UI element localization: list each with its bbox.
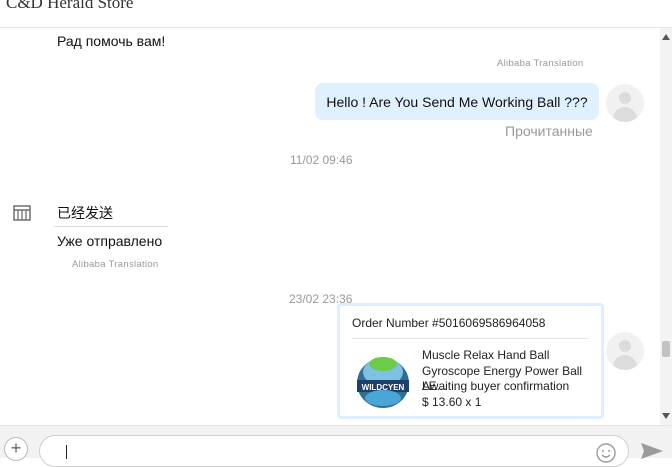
translation-tag: Alibaba Translation bbox=[497, 58, 584, 69]
chat-header: C&D Herald Store bbox=[0, 0, 672, 28]
outgoing-message-text: Hello ! Are You Send Me Working Ball ??? bbox=[326, 93, 588, 110]
incoming-message-translation: Рад помочь вам! bbox=[57, 33, 166, 49]
translation-divider bbox=[54, 226, 168, 227]
message-input[interactable] bbox=[39, 435, 629, 467]
read-status: Прочитанные bbox=[505, 123, 593, 139]
store-icon bbox=[13, 205, 31, 221]
order-price: $ 13.60 x 1 bbox=[422, 395, 482, 409]
send-icon[interactable] bbox=[640, 441, 664, 461]
scroll-thumb[interactable] bbox=[662, 341, 670, 357]
scroll-up-icon[interactable] bbox=[662, 34, 670, 40]
order-card[interactable]: Order Number #5016069586964058 WILDCYEN … bbox=[337, 303, 604, 419]
store-title: C&D Herald Store bbox=[6, 0, 134, 12]
user-avatar-icon bbox=[606, 332, 644, 370]
order-divider bbox=[352, 338, 588, 339]
scroll-down-icon[interactable] bbox=[662, 413, 670, 419]
previous-message-fragment: ... ... bbox=[56, 28, 81, 29]
order-status: Awaiting buyer confirmation bbox=[422, 379, 570, 393]
timestamp: 11/02 09:46 bbox=[290, 153, 353, 167]
emoji-icon[interactable] bbox=[595, 442, 617, 464]
outgoing-message-bubble: Hello ! Are You Send Me Working Ball ??? bbox=[315, 83, 599, 120]
product-image[interactable]: WILDCYEN bbox=[354, 350, 412, 410]
chat-area: ... ... Рад помочь вам! Alibaba Translat… bbox=[0, 28, 660, 425]
chat-scrollbar[interactable] bbox=[660, 28, 672, 425]
add-attachment-button[interactable]: + bbox=[4, 437, 28, 461]
store-message-original: 已经发送 bbox=[57, 205, 113, 221]
store-message-translation: Уже отправлено bbox=[57, 233, 163, 249]
composer-bar: + bbox=[0, 425, 672, 467]
user-avatar-icon bbox=[606, 84, 644, 122]
translation-tag: Alibaba Translation bbox=[72, 259, 159, 270]
order-number[interactable]: Order Number #5016069586964058 bbox=[352, 316, 545, 330]
